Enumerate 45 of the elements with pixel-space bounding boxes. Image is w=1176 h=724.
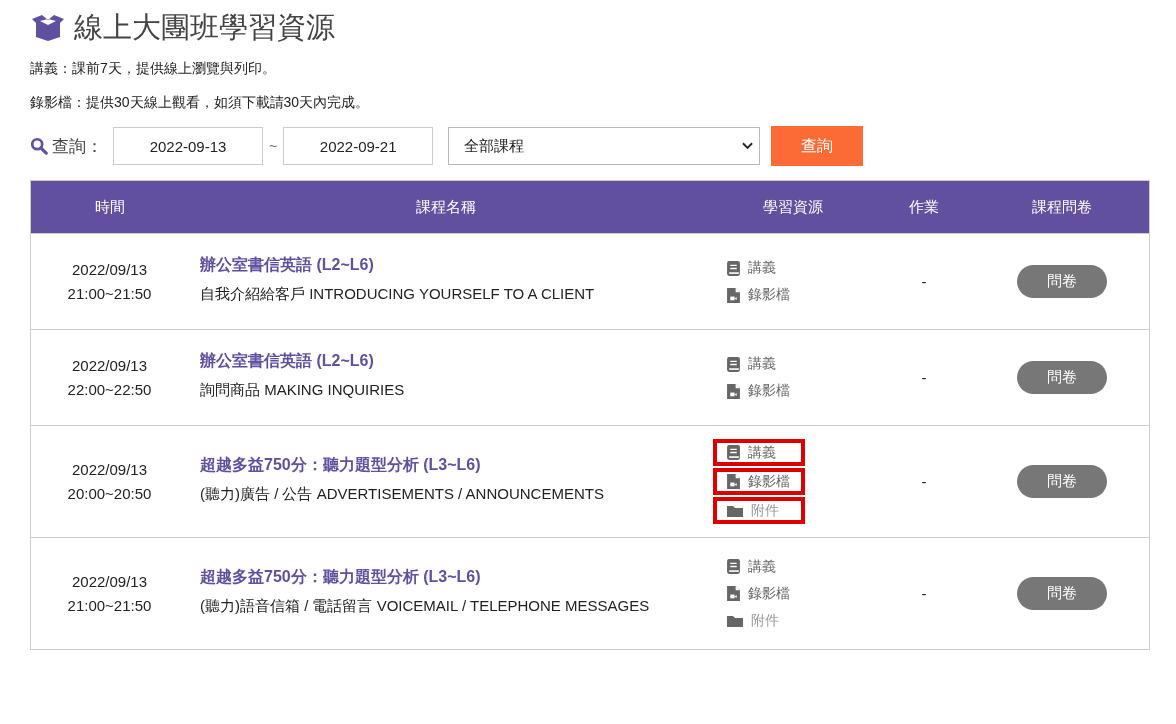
lesson-title: (聽力)廣告 / 公告 ADVERTISEMENTS / ANNOUNCEMENTS (200, 484, 605, 504)
column-header: 時間 (30, 180, 188, 234)
end-date-field[interactable]: 2022-09-21 (283, 127, 434, 165)
info-note: 錄影檔：提供30天線上觀看，如須下載請30天內完成。 (30, 93, 371, 112)
class-time: 21:00~21:50 (66, 283, 153, 304)
class-time: 20:00~20:50 (66, 483, 153, 504)
survey-button[interactable]: 問卷 (1017, 577, 1107, 610)
resource-link[interactable]: 講義 (713, 439, 805, 466)
resource-link[interactable]: 錄影檔 (713, 580, 805, 607)
course-dropdown[interactable]: 全部課程 (448, 127, 761, 165)
homework-value: - (921, 585, 927, 602)
class-date: 2022/09/13 (70, 571, 149, 592)
search-label: 查詢： (52, 135, 103, 158)
class-date: 2022/09/13 (70, 259, 149, 280)
resource-link[interactable]: 錄影檔 (713, 468, 805, 495)
class-date: 2022/09/13 (70, 459, 149, 480)
resource-link[interactable]: 講義 (713, 553, 805, 580)
lesson-title: (聽力)語音信箱 / 電話留言 VOICEMAIL / TELEPHONE MESSAGES (200, 596, 651, 616)
info-note: 講義：課前7天，提供線上瀏覽與列印。 (30, 59, 277, 78)
course-link[interactable]: 辦公室書信英語 (L2~L6) (200, 255, 374, 276)
column-header: 課程名稱 (188, 180, 703, 234)
resource-link[interactable]: 錄影檔 (713, 281, 805, 309)
column-header: 學習資源 (703, 180, 873, 234)
lesson-title: 詢問商品 MAKING INQUIRIES (200, 380, 406, 400)
column-header: 課程問卷 (975, 180, 1150, 234)
homework-value: - (921, 369, 927, 386)
survey-button[interactable]: 問卷 (1017, 265, 1107, 298)
homework-value: - (921, 273, 927, 290)
page-title: 線上大團班學習資源 (74, 10, 335, 45)
start-date-field[interactable]: 2022-09-13 (113, 127, 263, 165)
class-date: 2022/09/13 (70, 355, 149, 376)
class-time: 22:00~22:50 (66, 379, 153, 400)
class-time: 21:00~21:50 (66, 595, 153, 616)
range-separator: ~ (269, 138, 278, 154)
lesson-title: 自我介紹給客戶 INTRODUCING YOURSELF TO A CLIENT (200, 284, 596, 304)
resource-link[interactable]: 講義 (713, 254, 805, 282)
resource-link[interactable]: 錄影檔 (713, 377, 805, 405)
course-link[interactable]: 辦公室書信英語 (L2~L6) (200, 351, 374, 372)
resource-link[interactable]: 講義 (713, 350, 805, 378)
survey-button[interactable]: 問卷 (1017, 361, 1107, 394)
course-link[interactable]: 超越多益750分：聽力題型分析 (L3~L6) (200, 455, 481, 476)
homework-value: - (921, 473, 927, 490)
course-link[interactable]: 超越多益750分：聽力題型分析 (L3~L6) (200, 567, 481, 588)
survey-button[interactable]: 問卷 (1017, 465, 1107, 498)
column-header: 作業 (873, 180, 975, 234)
